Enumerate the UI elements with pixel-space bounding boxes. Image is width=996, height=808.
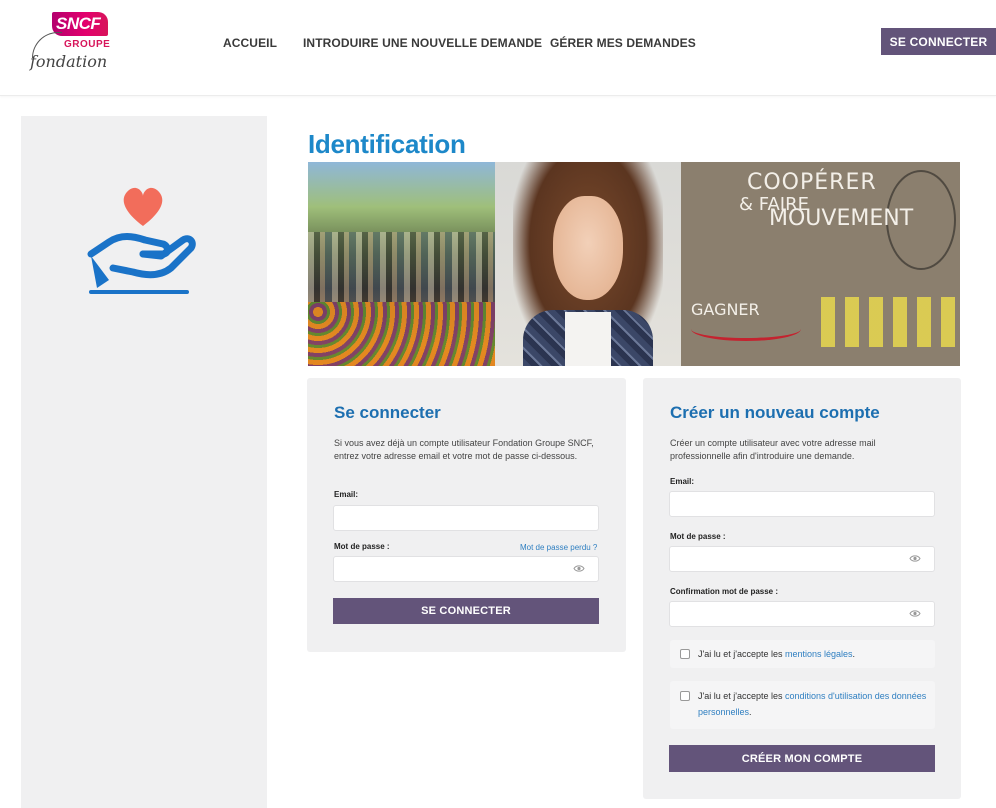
site-header: SNCF GROUPE fondation ACCUEIL INTRODUIRE…	[0, 0, 996, 96]
eye-icon[interactable]	[573, 564, 585, 573]
page-title: Identification	[308, 129, 466, 159]
hero-sticky-notes	[821, 297, 957, 347]
hero-red-wave	[691, 317, 801, 341]
create-description: Créer un compte utilisateur avec votre a…	[670, 438, 876, 461]
header-login-button[interactable]: SE CONNECTER	[881, 28, 996, 55]
login-password-input[interactable]	[333, 556, 599, 582]
legal-consent-text: J'ai lu et j'accepte les mentions légale…	[698, 646, 855, 662]
login-password-label: Mot de passe :	[334, 542, 390, 551]
hero-face	[553, 196, 623, 300]
data-suffix: .	[749, 707, 752, 717]
data-consent-text: J'ai lu et j'accepte les conditions d'ut…	[698, 688, 928, 720]
nav-introduire-demande[interactable]: INTRODUIRE UNE NOUVELLE DEMANDE	[303, 36, 542, 50]
logo-groupe-text: GROUPE	[64, 39, 111, 50]
nav-gerer-demandes[interactable]: GÉRER MES DEMANDES	[550, 36, 696, 50]
hero-crowd	[308, 232, 495, 302]
hero-photo-portrait	[495, 162, 681, 366]
login-description: Si vous avez déjà un compte utilisateur …	[334, 438, 594, 461]
create-email-input[interactable]	[669, 491, 935, 517]
login-email-label: Email:	[334, 490, 359, 499]
nav-accueil[interactable]: ACCUEIL	[223, 36, 277, 50]
left-sidebar	[21, 116, 267, 808]
hero-text-cooperer: COOPÉRER	[747, 170, 877, 195]
legal-prefix: J'ai lu et j'accepte les	[698, 649, 785, 659]
mentions-legales-link[interactable]: mentions légales	[785, 649, 853, 659]
legal-suffix: .	[852, 649, 856, 659]
create-password-input[interactable]	[669, 546, 935, 572]
logo-badge-text: SNCF	[56, 14, 101, 33]
create-title: Créer un nouveau compte	[670, 403, 880, 422]
legal-consent-checkbox[interactable]	[680, 649, 690, 659]
hero-photo-market	[308, 162, 495, 366]
create-password-label: Mot de passe :	[670, 532, 726, 541]
heart-in-hand-icon	[87, 187, 196, 294]
login-title: Se connecter	[334, 403, 441, 422]
hero-tee	[565, 312, 611, 366]
hero-photo-whiteboard: COOPÉRER & FAIRE MOUVEMENT GAGNER	[681, 162, 960, 366]
login-email-input[interactable]	[333, 505, 599, 531]
hero-text-mouvement: MOUVEMENT	[769, 206, 914, 231]
hero-collage: COOPÉRER & FAIRE MOUVEMENT GAGNER	[308, 162, 960, 366]
eye-icon[interactable]	[909, 554, 921, 563]
sncf-fondation-logo[interactable]: SNCF GROUPE fondation	[30, 12, 110, 76]
data-consent-row: J'ai lu et j'accepte les conditions d'ut…	[670, 681, 935, 729]
hero-vegetables	[308, 302, 495, 366]
forgot-password-link[interactable]: Mot de passe perdu ?	[520, 543, 597, 552]
eye-icon[interactable]	[909, 609, 921, 618]
login-submit-button[interactable]: SE CONNECTER	[333, 598, 599, 624]
data-prefix: J'ai lu et j'accepte les	[698, 691, 785, 701]
data-consent-checkbox[interactable]	[680, 691, 690, 701]
create-email-label: Email:	[670, 477, 695, 486]
create-account-button[interactable]: CRÉER MON COMPTE	[669, 745, 935, 772]
create-confirm-label: Confirmation mot de passe :	[670, 587, 779, 596]
logo-fondation-text: fondation	[30, 52, 108, 71]
create-confirm-input[interactable]	[669, 601, 935, 627]
legal-consent-row: J'ai lu et j'accepte les mentions légale…	[670, 640, 935, 668]
